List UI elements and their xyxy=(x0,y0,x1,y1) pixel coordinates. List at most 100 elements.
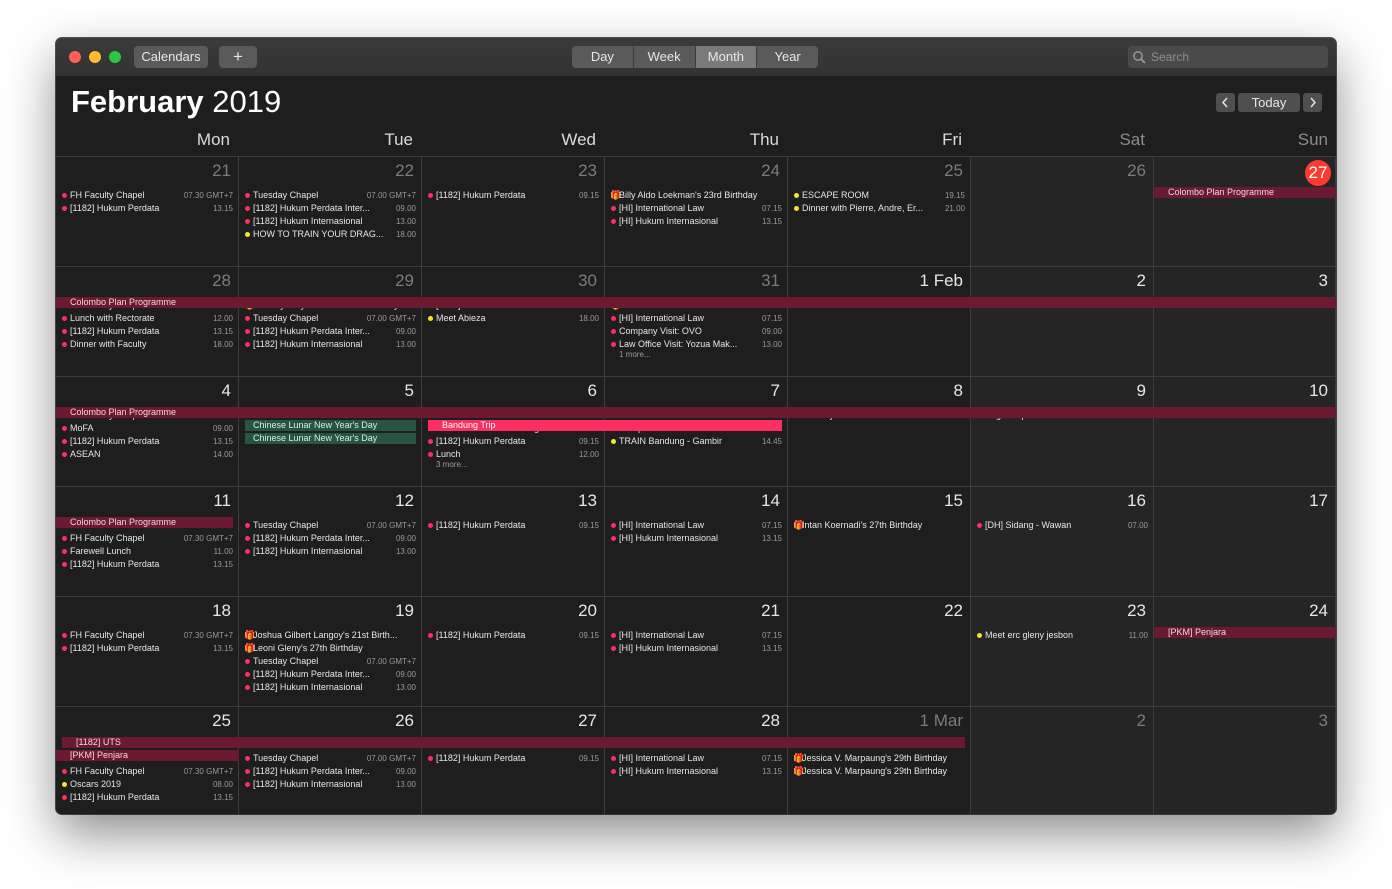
all-day-event-bar[interactable]: [PKM] Penjara xyxy=(1154,627,1336,638)
day-cell[interactable]: 20 [1182] Hukum Perdata 09.15 xyxy=(422,597,605,707)
day-cell[interactable]: 26 xyxy=(971,157,1154,267)
event-item[interactable]: [1182] Hukum Perdata Inter... 09.00 xyxy=(239,325,421,338)
day-cell[interactable]: 27 xyxy=(1154,157,1336,267)
event-item[interactable]: [1182] Hukum Internasional 13.00 xyxy=(239,338,421,351)
day-cell[interactable]: 24 xyxy=(1154,597,1336,707)
day-cell[interactable]: 7Campus Visit: UNPAD09.00TRAIN Bandung -… xyxy=(605,377,788,487)
day-cell[interactable]: 1 Mar 🎁 Jessica V. Marpaung's 29th Birthda… xyxy=(788,707,971,814)
event-item[interactable]: [1182] Hukum Perdata 13.15 xyxy=(56,202,238,215)
event-item[interactable]: [1182] Hukum Perdata 09.15 xyxy=(422,519,604,532)
event-item[interactable]: [1182] Hukum Perdata 09.15 xyxy=(422,189,604,202)
all-day-event-bar[interactable]: Colombo Plan Programme xyxy=(56,407,1336,418)
day-cell[interactable]: 2 xyxy=(971,707,1154,814)
event-item[interactable]: [HI] Hukum Internasional 13.15 xyxy=(605,765,787,778)
event-item[interactable]: Tuesday Chapel 07.00 GMT+7 xyxy=(239,312,421,325)
calendars-button[interactable]: Calendars xyxy=(134,46,208,68)
event-item[interactable]: HOW TO TRAIN YOUR DRAG... 18.00 xyxy=(239,228,421,241)
day-cell[interactable]: 25 ESCAPE ROOM 19.15 Dinner with Pierre, An… xyxy=(788,157,971,267)
day-cell[interactable]: 11 FH Faculty Chapel 07.30 GMT+7 Farewell L… xyxy=(56,487,239,597)
event-item[interactable]: Company Visit: OVO 09.00 xyxy=(605,325,787,338)
all-day-event-bar[interactable]: Chinese Lunar New Year's Day xyxy=(245,433,416,444)
view-week-button[interactable]: Week xyxy=(634,46,696,68)
day-cell[interactable]: 3 xyxy=(1154,267,1336,377)
event-item[interactable]: [HI] Hukum Internasional 13.15 xyxy=(605,215,787,228)
day-cell[interactable]: 21 FH Faculty Chapel 07.30 GMT+7 [1182] Huk… xyxy=(56,157,239,267)
event-item[interactable]: Oscars 2019 08.00 xyxy=(56,778,238,791)
event-item[interactable]: FH Faculty Chapel 07.30 GMT+7 xyxy=(56,189,238,202)
event-item[interactable]: Meet erc gleny jesbon 11.00 xyxy=(971,629,1153,642)
event-item[interactable]: [1182] Hukum Perdata 13.15 xyxy=(56,558,238,571)
event-item[interactable]: [1182] Hukum Internasional 13.00 xyxy=(239,545,421,558)
next-month-button[interactable] xyxy=(1303,93,1322,112)
event-item[interactable]: Lunch with Rectorate 12.00 xyxy=(56,312,238,325)
previous-month-button[interactable] xyxy=(1216,93,1235,112)
event-item[interactable]: 🎁 Jessica V. Marpaung's 29th Birthday xyxy=(788,752,970,765)
today-button[interactable]: Today xyxy=(1238,93,1300,112)
event-item[interactable]: FH Faculty Chapel 07.30 GMT+7 xyxy=(56,532,238,545)
event-item[interactable]: [1182] Hukum Perdata Inter... 09.00 xyxy=(239,202,421,215)
day-cell[interactable]: 21 [HI] International Law 07.15 [HI] Hukum … xyxy=(605,597,788,707)
event-item[interactable]: [1182] Hukum Perdata 13.15 xyxy=(56,791,238,804)
event-item[interactable]: [HI] International Law 07.15 xyxy=(605,312,787,325)
event-item[interactable]: [HI] International Law 07.15 xyxy=(605,752,787,765)
day-cell[interactable]: 23 Meet erc gleny jesbon 11.00 xyxy=(971,597,1154,707)
event-item[interactable]: ESCAPE ROOM 19.15 xyxy=(788,189,970,202)
event-item[interactable]: 🎁 Jessica V. Marpaung's 29th Birthday xyxy=(788,765,970,778)
day-cell[interactable]: 2Culture Tour: Jakarta Oldtown10.00 xyxy=(971,267,1154,377)
day-cell[interactable]: 30[1182] Hukum Perdata09.15Meet Abieza18… xyxy=(422,267,605,377)
day-cell[interactable]: 5 xyxy=(239,377,422,487)
day-cell[interactable]: 8MK Day08.30 xyxy=(788,377,971,487)
day-cell[interactable]: 13 [1182] Hukum Perdata 09.15 xyxy=(422,487,605,597)
event-item[interactable]: 🎁 Joshua Gilbert Langoy's 21st Birth... xyxy=(239,629,421,642)
event-item[interactable]: FH Faculty Chapel 07.30 GMT+7 xyxy=(56,765,238,778)
event-item[interactable]: [1182] Hukum Perdata 09.15 xyxy=(422,752,604,765)
event-item[interactable]: [HI] Hukum Internasional 13.15 xyxy=(605,532,787,545)
event-item[interactable]: MoFA 09.00 xyxy=(56,422,238,435)
day-cell[interactable]: 16 [DH] Sidang - Wawan 07.00 xyxy=(971,487,1154,597)
day-cell[interactable]: 22 xyxy=(788,597,971,707)
event-item[interactable]: Tuesday Chapel 07.00 GMT+7 xyxy=(239,655,421,668)
event-item[interactable]: [1182] Hukum Perdata Inter... 09.00 xyxy=(239,765,421,778)
view-day-button[interactable]: Day xyxy=(572,46,634,68)
event-item[interactable]: TRAIN Bandung - Gambir 14.45 xyxy=(605,435,787,448)
event-item[interactable]: [HI] International Law 07.15 xyxy=(605,202,787,215)
event-item[interactable]: Farewell Lunch 11.00 xyxy=(56,545,238,558)
day-cell[interactable]: 3 xyxy=(1154,707,1336,814)
day-cell[interactable]: 14 [HI] International Law 07.15 [HI] Hukum … xyxy=(605,487,788,597)
day-cell[interactable]: 1 FebCulture Tour: Taman Mini In...10.00 xyxy=(788,267,971,377)
day-cell[interactable]: 26 Tuesday Chapel 07.00 GMT+7 [1182] Hukum … xyxy=(239,707,422,814)
event-item[interactable]: [1182] Hukum Internasional 13.00 xyxy=(239,215,421,228)
event-item[interactable]: FH Faculty Chapel 07.30 GMT+7 xyxy=(56,629,238,642)
minimize-window-button[interactable] xyxy=(89,51,101,63)
day-cell[interactable]: 12 Tuesday Chapel 07.00 GMT+7 [1182] Hukum … xyxy=(239,487,422,597)
event-item[interactable]: [1182] Hukum Internasional 13.00 xyxy=(239,778,421,791)
all-day-event-bar[interactable]: Colombo Plan Programme xyxy=(1154,187,1336,198)
event-item[interactable]: [HI] International Law 07.15 xyxy=(605,519,787,532)
close-window-button[interactable] xyxy=(69,51,81,63)
day-cell[interactable]: 28 [HI] International Law 07.15 [HI] Hukum … xyxy=(605,707,788,814)
all-day-event-bar[interactable]: [1182] UTS xyxy=(62,737,965,748)
add-event-button[interactable]: + xyxy=(219,46,257,68)
event-item[interactable]: Dinner with Pierre, Andre, Er... 21.00 xyxy=(788,202,970,215)
day-cell[interactable]: 24 🎁 Billy Aldo Loekman's 23rd Birthday [HI… xyxy=(605,157,788,267)
event-item[interactable]: [1182] Hukum Perdata Inter... 09.00 xyxy=(239,532,421,545)
day-cell[interactable]: 29🎁Timothy Satyaabieza's 27th BirthdayTu… xyxy=(239,267,422,377)
all-day-event-bar[interactable]: Colombo Plan Programme xyxy=(56,517,233,528)
day-cell[interactable]: 22 Tuesday Chapel 07.00 GMT+7 [1182] Hukum … xyxy=(239,157,422,267)
day-cell[interactable]: 10 xyxy=(1154,377,1336,487)
event-item[interactable]: [HI] Hukum Internasional 13.15 xyxy=(605,642,787,655)
zoom-window-button[interactable] xyxy=(109,51,121,63)
all-day-event-bar[interactable]: [PKM] Penjara xyxy=(56,750,239,761)
day-cell[interactable]: 4FH Faculty Chapel07.30 GMT+7MoFA09.00[1… xyxy=(56,377,239,487)
event-item[interactable]: [1182] Hukum Perdata 13.15 xyxy=(56,325,238,338)
event-item[interactable]: [1182] Hukum Perdata 13.15 xyxy=(56,642,238,655)
event-item[interactable]: [1182] Hukum Perdata Inter... 09.00 xyxy=(239,668,421,681)
day-cell[interactable]: 6TRAIN Gambir - Bandung08.45[1182] Hukum… xyxy=(422,377,605,487)
event-item[interactable]: [1182] Hukum Internasional 13.00 xyxy=(239,681,421,694)
event-item[interactable]: Tuesday Chapel 07.00 GMT+7 xyxy=(239,519,421,532)
event-item[interactable]: [1182] Hukum Perdata 09.15 xyxy=(422,435,604,448)
day-cell[interactable]: 9Bogor Trip09.00 xyxy=(971,377,1154,487)
day-cell[interactable]: 17 xyxy=(1154,487,1336,597)
day-cell[interactable]: 27 [1182] Hukum Perdata 09.15 xyxy=(422,707,605,814)
day-cell[interactable]: 31🎁Renata Rina Trisiktianti's 49th Birth… xyxy=(605,267,788,377)
